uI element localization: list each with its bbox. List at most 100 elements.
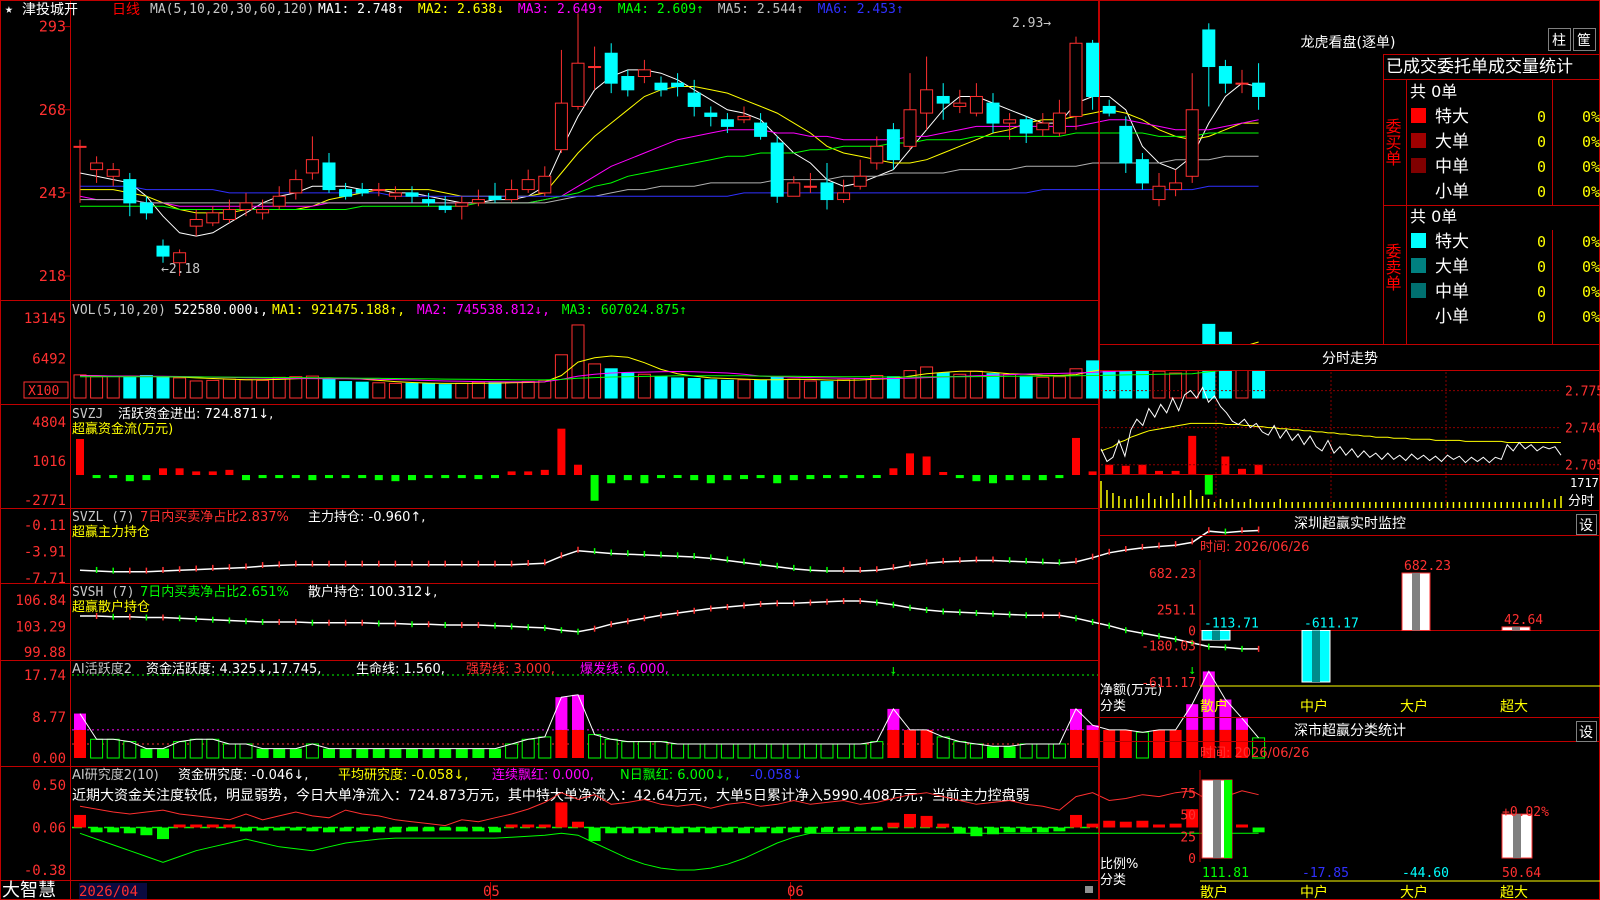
sz-class-bar-edge	[1224, 780, 1232, 858]
lock-icon[interactable]	[1085, 886, 1093, 893]
intraday-y-tick: 2.705	[1565, 459, 1600, 474]
svzj-bar	[291, 475, 300, 479]
volume-bar	[239, 379, 253, 399]
volume-bar	[704, 379, 718, 399]
sz-monitor-category-label: 大户	[1400, 698, 1428, 715]
volume-bar	[471, 381, 485, 399]
svzj-bar	[441, 475, 450, 479]
ai2-bar-base	[887, 729, 900, 758]
sz-class-bar-shade	[1513, 814, 1521, 858]
candle-body	[272, 195, 286, 207]
svzj-bar	[341, 475, 350, 479]
sz-monitor-title: 深圳超赢实时监控	[1294, 515, 1406, 532]
air-bar	[538, 824, 551, 828]
candle	[521, 169, 535, 193]
svzj-bar	[640, 475, 649, 484]
sz-class-value-label: 111.81	[1202, 866, 1249, 881]
sz-monitor-time: 时间: 2026/06/26	[1200, 540, 1309, 555]
svsh-line	[80, 598, 1260, 652]
volume-bar	[322, 378, 336, 399]
sell-total: 共 0单	[1410, 207, 1457, 226]
ai2-bar-hollow	[222, 743, 236, 759]
ai2-bar-hollow	[621, 741, 635, 759]
ai2-down-arrow-icon: ↓	[889, 663, 897, 678]
volume-bar	[422, 383, 436, 399]
ai2-bar-hollow	[521, 738, 535, 759]
svzj-bar	[1088, 471, 1097, 476]
period-label[interactable]: 日线	[112, 2, 140, 18]
svzj-bar	[574, 464, 582, 476]
air-bar	[572, 821, 584, 828]
svsh-y-tick: 106.84	[15, 593, 66, 609]
buy-color-swatch	[1411, 158, 1426, 173]
svzj-bar	[275, 475, 284, 479]
air-bar	[1053, 827, 1066, 832]
sz-class-category-label: 超大	[1500, 885, 1528, 900]
intraday-title: 分时走势	[1322, 351, 1378, 367]
svzj-bar	[906, 453, 914, 476]
sell-side-label: 委卖单	[1383, 243, 1402, 291]
vol-unit: X100	[28, 384, 59, 399]
candlesticks	[73, 13, 1266, 277]
ai2-bar-base	[1119, 729, 1132, 758]
svzj-bar	[839, 475, 848, 479]
sz-monitor-category-label: 散户	[1200, 698, 1228, 715]
air-bar	[522, 824, 535, 828]
price-y-tick: 218	[39, 267, 66, 285]
svzj-bar	[823, 475, 831, 479]
ai2-bar-burst	[572, 694, 584, 730]
sell-count: 0	[1537, 258, 1546, 276]
svzj-bar	[989, 475, 997, 484]
air-bar	[621, 827, 634, 834]
air-bar	[937, 823, 950, 828]
candle-body	[770, 142, 784, 197]
svzj-bar	[673, 475, 682, 479]
buy-name: 大单	[1435, 132, 1469, 152]
candle	[853, 159, 867, 190]
ai2-bar	[289, 748, 302, 758]
ai2-bar-hollow	[704, 743, 718, 759]
ai2-bar-hollow	[538, 736, 552, 759]
volume-bar	[903, 370, 917, 399]
buy-row: 中单 0 0%	[1411, 157, 1600, 177]
candle	[289, 169, 303, 200]
air-bar	[1086, 823, 1099, 828]
sell-pct: 0%	[1582, 258, 1600, 276]
svzl-y-tick: -0.11	[24, 518, 66, 534]
air-bar	[123, 827, 136, 834]
ai2-bar	[323, 748, 335, 758]
ai2-bar-base	[1070, 729, 1082, 758]
candle	[654, 76, 668, 97]
candle	[388, 186, 402, 200]
buy-pct: 0%	[1582, 133, 1600, 151]
candle	[189, 209, 203, 237]
volume-bar	[588, 363, 602, 399]
air-bar	[721, 827, 734, 833]
sz-class-bar-shade	[1213, 780, 1221, 858]
svzl-y-axis: -0.11 -3.91 -7.71	[24, 518, 66, 587]
candle-body	[73, 145, 87, 148]
candle-body	[986, 102, 1000, 124]
candle-body	[1086, 42, 1100, 97]
sz-class-category-label: 大户	[1400, 884, 1428, 900]
dragon-header: 已成交委托单成交量统计	[1386, 57, 1573, 77]
svzj-bar	[109, 475, 118, 479]
candle	[1052, 99, 1066, 137]
svzj-bar	[1055, 475, 1064, 479]
volume-bar	[1003, 373, 1017, 399]
svzj-bar	[657, 475, 665, 479]
volume-bar	[272, 376, 286, 399]
air-bar	[107, 827, 120, 833]
sz-monitor-y-tick: 682.23	[1149, 567, 1196, 582]
ma1-value: MA1: 2.748↑	[318, 2, 404, 17]
candle-body	[737, 115, 751, 121]
ai2-bar	[439, 748, 452, 758]
sell-row: 大单 0 0%	[1411, 257, 1600, 277]
favorite-star-icon[interactable]: ★	[5, 2, 13, 17]
candle-body	[1252, 82, 1266, 97]
air-bar	[256, 827, 269, 831]
sz-monitor-axis-title2: 分类	[1100, 699, 1126, 714]
buy-name: 特大	[1435, 107, 1469, 127]
candle-body	[405, 192, 419, 197]
volume-bar	[123, 376, 137, 399]
